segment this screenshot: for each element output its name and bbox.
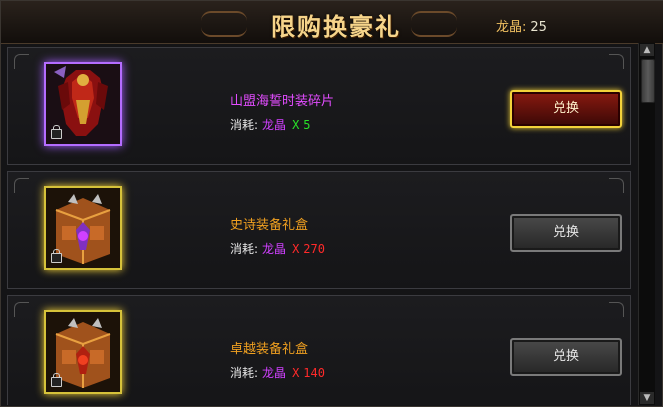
currency-separator: : [522,20,527,35]
page-title: 限购换豪礼 [271,12,401,41]
currency-label: 龙晶 [496,20,523,35]
item-cost: 消耗: 龙晶 X 270 [230,240,325,257]
cost-currency: 龙晶 [262,242,287,256]
cost-multiplier: X [292,366,300,380]
scrollbar-thumb[interactable] [641,59,655,103]
cost-label: 消耗: [230,242,259,256]
list-item: 山盟海誓时装碎片 消耗: 龙晶 X 5 兑换 [7,47,631,165]
currency-value: 25 [530,20,547,35]
lock-icon [51,125,62,139]
cost-multiplier: X [292,118,300,132]
exchange-button[interactable]: 兑换 [510,214,622,252]
item-name: 卓越装备礼盒 [230,342,309,357]
lock-icon [51,373,62,387]
cost-quantity: 140 [303,366,325,380]
item-slot[interactable] [44,186,122,270]
scroll-down-arrow-icon[interactable]: ▼ [640,392,654,404]
cost-currency: 龙晶 [262,366,287,380]
cost-quantity: 5 [303,118,311,132]
lock-icon [51,249,62,263]
currency-balance: 龙晶: 25 [496,16,547,35]
exchange-button[interactable]: 兑换 [510,90,622,128]
cost-multiplier: X [292,242,300,256]
ornament-right-icon [411,11,457,37]
exchange-panel: 限购换豪礼 龙晶: 25 山盟海誓时装碎片 消耗: 龙晶 X 5 兑换 史诗装备… [0,0,663,407]
item-name: 史诗装备礼盒 [230,218,309,233]
item-name: 山盟海誓时装碎片 [230,94,335,109]
cost-label: 消耗: [230,366,259,380]
ornament-left-icon [201,11,247,37]
cost-quantity: 270 [303,242,325,256]
item-cost: 消耗: 龙晶 X 140 [230,364,325,381]
item-slot[interactable] [44,310,122,394]
item-cost: 消耗: 龙晶 X 5 [230,116,311,133]
exchange-button[interactable]: 兑换 [510,338,622,376]
list-item: 史诗装备礼盒 消耗: 龙晶 X 270 兑换 [7,171,631,289]
item-slot[interactable] [44,62,122,146]
scroll-up-arrow-icon[interactable]: ▲ [640,44,654,56]
panel-header: 限购换豪礼 龙晶: 25 [1,1,663,44]
list-item: 卓越装备礼盒 消耗: 龙晶 X 140 兑换 [7,295,631,405]
scrollbar[interactable]: ▲ ▼ [638,43,655,405]
cost-label: 消耗: [230,118,259,132]
cost-currency: 龙晶 [262,118,287,132]
item-list: 山盟海誓时装碎片 消耗: 龙晶 X 5 兑换 史诗装备礼盒 消耗: 龙晶 X 2… [7,47,632,405]
